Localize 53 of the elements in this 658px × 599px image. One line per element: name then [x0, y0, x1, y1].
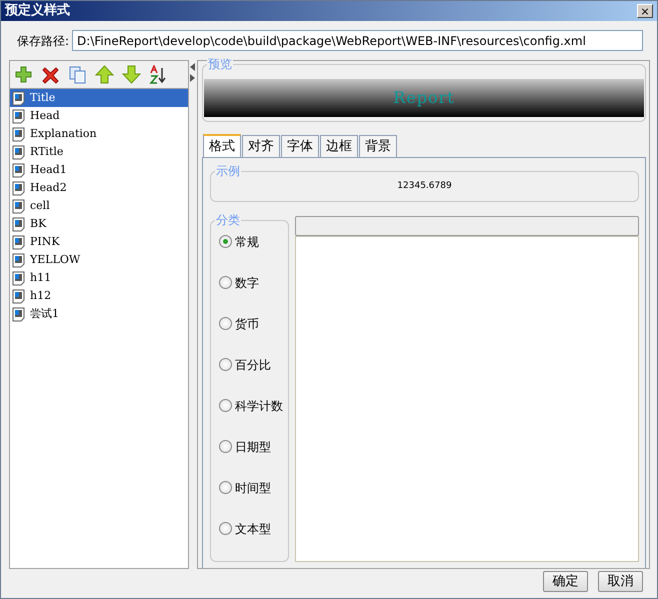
category-legend: 分类 — [215, 213, 241, 228]
radio-label: 时间型 — [235, 480, 271, 498]
radio-label: 常规 — [235, 234, 259, 252]
collapse-left-icon[interactable] — [190, 63, 195, 72]
radio-button[interactable] — [219, 358, 232, 372]
sample-legend: 示例 — [215, 164, 241, 178]
style-list-item[interactable]: 尝试1 — [10, 305, 188, 324]
radio-button[interactable] — [219, 235, 232, 248]
tab[interactable]: 对齐 — [242, 135, 280, 158]
add-button[interactable] — [14, 65, 33, 84]
radio-button[interactable] — [219, 522, 232, 536]
copy-button[interactable] — [68, 65, 87, 84]
dialog-button[interactable]: 取消 — [598, 571, 643, 592]
style-list-item[interactable]: BK — [10, 215, 188, 234]
sample-value: 12345.6789 — [397, 180, 452, 193]
radio-label: 日期型 — [235, 439, 271, 456]
style-list-item[interactable]: h12 — [10, 287, 188, 306]
radio-button[interactable] — [219, 276, 232, 290]
expand-right-icon[interactable] — [190, 74, 195, 82]
preview-text: Report — [393, 87, 455, 110]
down-arrow-button[interactable] — [122, 65, 141, 84]
up-arrow-button[interactable] — [95, 65, 114, 84]
path-field[interactable]: D:\FineReport\develop\code\build\package\WebReport\WEB-INF\resources\config.xml — [72, 30, 643, 52]
dialog-button[interactable]: 确定 — [543, 571, 588, 592]
sort-button[interactable] — [149, 65, 168, 84]
style-list-item[interactable]: Head2 — [10, 179, 188, 198]
radio-label: 数字 — [235, 275, 259, 292]
style-list-item[interactable]: Title — [10, 89, 188, 108]
close-button[interactable]: × — [637, 4, 653, 18]
delete-button[interactable] — [41, 65, 60, 84]
style-list-item[interactable]: PINK — [10, 233, 188, 252]
style-list-item[interactable]: Head — [10, 107, 188, 126]
radio-button[interactable] — [219, 440, 232, 454]
preview-legend: 预览 — [207, 57, 233, 72]
radio-label: 科学计数 — [235, 398, 283, 416]
radio-button[interactable] — [219, 399, 232, 412]
tab[interactable]: 边框 — [320, 135, 358, 158]
radio-label: 货币 — [235, 316, 259, 334]
style-list-item[interactable]: RTitle — [10, 143, 188, 162]
style-list-item[interactable]: YELLOW — [10, 251, 188, 270]
tab[interactable]: 背景 — [359, 135, 397, 158]
style-list-item[interactable]: Explanation — [10, 125, 188, 144]
radio-label: 文本型 — [235, 521, 271, 538]
tab[interactable]: 字体 — [281, 135, 319, 158]
style-list-item[interactable]: Head1 — [10, 161, 188, 180]
radio-button[interactable] — [219, 317, 232, 330]
window-title: 预定义样式 — [5, 2, 70, 20]
style-list-item[interactable]: h11 — [10, 269, 188, 288]
tab[interactable]: 格式 — [203, 134, 241, 158]
radio-label: 百分比 — [235, 357, 271, 374]
radio-button[interactable] — [219, 481, 232, 494]
style-list-item[interactable]: cell — [10, 197, 188, 216]
path-label: 保存路径: — [17, 32, 70, 50]
